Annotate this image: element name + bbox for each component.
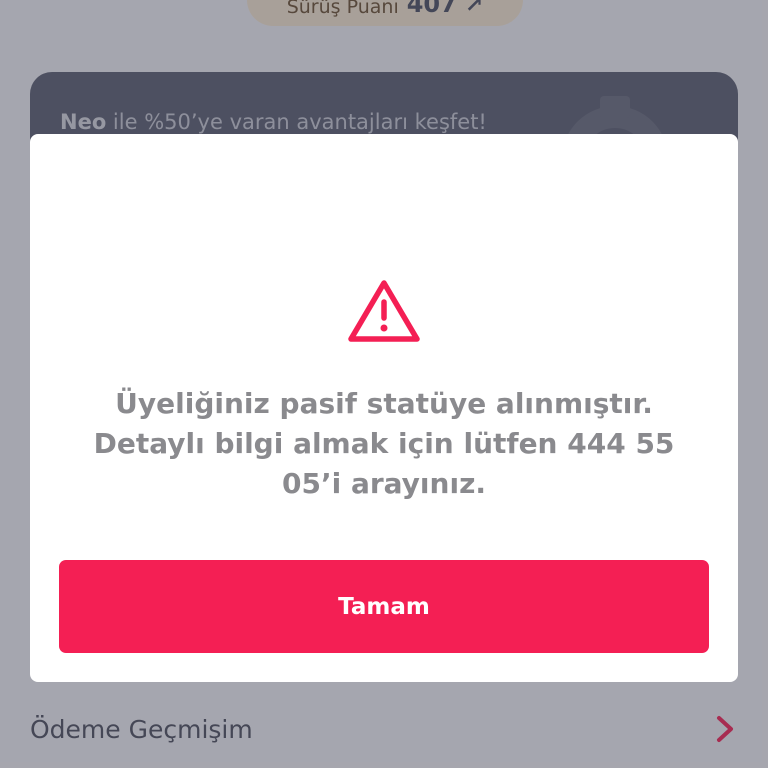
warning-triangle-icon (348, 280, 420, 342)
app-screen: Sürüş Puanı 407 ↗ Neo ile %50’ye varan a… (0, 0, 768, 768)
dialog-message: Üyeliğiniz pasif statüye alınmıştır. Det… (93, 387, 675, 500)
ok-button[interactable]: Tamam (59, 560, 709, 653)
inactive-membership-dialog: Üyeliğiniz pasif statüye alınmıştır. Det… (30, 134, 738, 682)
